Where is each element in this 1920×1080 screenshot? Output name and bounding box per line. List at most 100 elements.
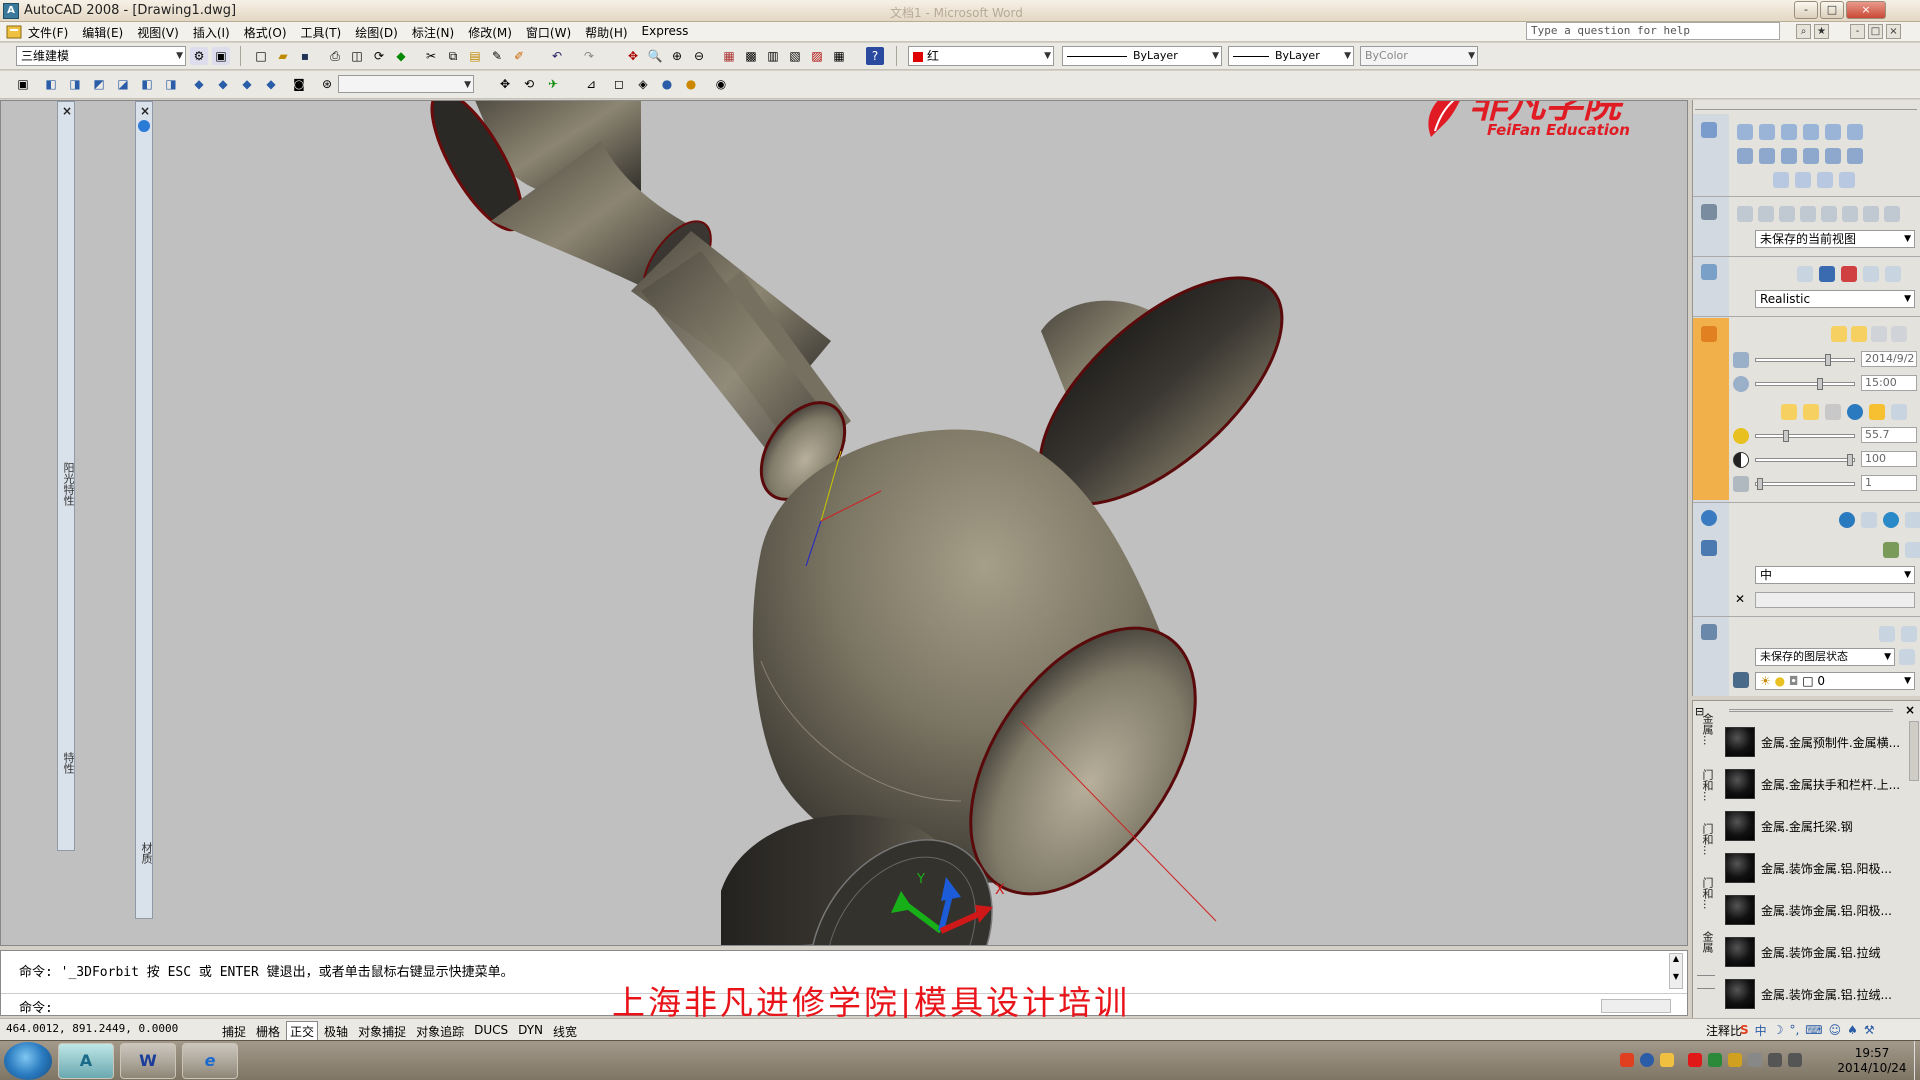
ime-tool-icon[interactable]: ⚒ — [1864, 1023, 1875, 1037]
close-icon[interactable]: × — [62, 104, 72, 118]
camera-icon[interactable] — [1863, 206, 1879, 222]
visual-style-combo[interactable]: Realistic ▼ — [1755, 290, 1915, 308]
toggle-grid[interactable]: 栅格 — [252, 1021, 284, 1042]
realistic-icon[interactable]: ● — [682, 75, 700, 93]
zoom-icon[interactable] — [1758, 206, 1774, 222]
hidden-style-icon[interactable] — [1819, 266, 1835, 282]
help-icon[interactable]: ? — [866, 47, 884, 65]
menu-dimension[interactable]: 标注(N) — [412, 24, 454, 41]
drawing-viewport[interactable]: Y X × 阳光特性 特性 × 材质 非凡学院 FeiFan Education — [0, 100, 1688, 946]
brightness-slider[interactable] — [1755, 434, 1855, 438]
default-lighting-icon[interactable] — [1831, 326, 1847, 342]
light-list-icon[interactable] — [1871, 326, 1887, 342]
right-view-icon[interactable]: ◪ — [114, 75, 132, 93]
ime-shirt-icon[interactable]: ♠ — [1847, 1023, 1858, 1037]
workspace-save-icon[interactable]: ▣ — [212, 47, 230, 65]
sweep-icon[interactable] — [1781, 148, 1797, 164]
time-slider-knob[interactable] — [1817, 378, 1823, 390]
spot-light-icon[interactable] — [1803, 404, 1819, 420]
material-map-icon[interactable] — [1883, 512, 1899, 528]
material-item[interactable]: 金属.金属扶手和栏杆.上... — [1725, 765, 1915, 803]
render-settings-panel-icon[interactable] — [1701, 540, 1717, 556]
open-icon[interactable]: ▰ — [274, 47, 292, 65]
material-item[interactable]: 金属.金属预制件.金属横... — [1725, 723, 1915, 761]
command-prompt[interactable]: 命令: — [19, 997, 53, 1016]
system-clock[interactable]: 19:57 2014/10/24 — [1830, 1046, 1914, 1076]
sphere-icon[interactable] — [1803, 124, 1819, 140]
sogou-tray-icon[interactable] — [1620, 1053, 1634, 1067]
ime-moon-icon[interactable]: ☽ — [1773, 1023, 1784, 1037]
cut-icon[interactable]: ✂ — [422, 47, 440, 65]
menu-insert[interactable]: 插入(I) — [193, 24, 230, 41]
zoom-realtime-icon[interactable]: 🔍 — [646, 47, 664, 65]
material-item[interactable]: 金属.装饰金属.铝.阳极... — [1725, 891, 1915, 929]
cylinder-icon[interactable] — [1825, 124, 1841, 140]
material-item[interactable]: 金属.装饰金属.铝.阳极... — [1725, 849, 1915, 887]
bottom-view-icon[interactable]: ◨ — [66, 75, 84, 93]
layer-combo[interactable]: ☀ ● ◘ □ 0 ▼ — [1755, 672, 1915, 690]
color-combo[interactable]: 红 ▼ — [908, 46, 1054, 66]
palette-scrollbar[interactable] — [1909, 721, 1919, 781]
3d-pan-icon[interactable]: ✥ — [496, 75, 514, 93]
date-slider[interactable] — [1755, 358, 1855, 362]
markup-icon[interactable]: ▨ — [808, 47, 826, 65]
camera-icon[interactable]: ◙ — [290, 75, 308, 93]
help-tray-icon[interactable] — [1640, 1053, 1654, 1067]
back-view-icon[interactable]: ◨ — [162, 75, 180, 93]
named-views-icon[interactable]: ▣ — [14, 75, 32, 93]
plot-icon[interactable]: ⎙ — [326, 47, 344, 65]
ime-chinese-icon[interactable]: 中 — [1755, 1022, 1767, 1039]
walk-icon[interactable] — [1821, 206, 1837, 222]
se-iso-view-icon[interactable]: ◆ — [214, 75, 232, 93]
command-scrollbar[interactable]: ▲ ▼ — [1669, 953, 1683, 989]
close-icon[interactable]: ✕ — [1735, 592, 1745, 606]
render-environment-icon[interactable] — [1847, 404, 1863, 420]
3d-wireframe-icon[interactable]: ◻ — [610, 75, 628, 93]
render-window-icon[interactable] — [1905, 512, 1920, 528]
lineweight-combo[interactable]: ByLayer ▼ — [1228, 46, 1354, 66]
subtract-icon[interactable] — [1795, 172, 1811, 188]
presspull-icon[interactable] — [1825, 148, 1841, 164]
material-item[interactable]: 金属.装饰金属.铝.拉绒 — [1725, 933, 1915, 971]
close-icon[interactable]: × — [140, 104, 150, 118]
match-properties-icon[interactable]: ✎ — [488, 47, 506, 65]
visual-style-manager-icon[interactable]: ◉ — [712, 75, 730, 93]
midtones-slider[interactable] — [1755, 482, 1855, 486]
contrast-slider-knob[interactable] — [1847, 454, 1853, 466]
toggle-ortho[interactable]: 正交 — [286, 1021, 319, 1042]
volume-icon[interactable] — [1788, 1053, 1802, 1067]
ime-keyboard-icon[interactable]: ⌨ — [1805, 1023, 1822, 1037]
brightness-slider-knob[interactable] — [1783, 430, 1789, 442]
wireframe-style-icon[interactable] — [1797, 266, 1813, 282]
left-view-icon[interactable]: ◩ — [90, 75, 108, 93]
palette-properties-icon[interactable] — [1697, 975, 1715, 989]
front-view-icon[interactable]: ◧ — [138, 75, 156, 93]
free-orbit-icon[interactable] — [1800, 206, 1816, 222]
toggle-otrack[interactable]: 对象追踪 — [412, 1021, 468, 1042]
toggle-dyn[interactable]: DYN — [514, 1021, 547, 1042]
taskbar-word[interactable]: W — [120, 1043, 176, 1079]
midtones-slider-knob[interactable] — [1757, 478, 1763, 490]
slice-icon[interactable] — [1847, 148, 1863, 164]
menu-help[interactable]: 帮助(H) — [585, 24, 627, 41]
model-canvas[interactable]: Y X — [1, 101, 1688, 946]
annotation-scale-label[interactable]: 注释比 — [1706, 1022, 1742, 1039]
shield-icon[interactable] — [1708, 1053, 1722, 1067]
nw-iso-view-icon[interactable]: ◆ — [262, 75, 280, 93]
render-panel-icon[interactable] — [1701, 510, 1717, 526]
style-manager-icon[interactable] — [1885, 266, 1901, 282]
menu-file[interactable]: 文件(F) — [28, 24, 68, 41]
date-field[interactable]: 2014/9/2 — [1861, 351, 1917, 367]
3d-make-panel-icon[interactable] — [1701, 122, 1717, 138]
doc-close-button[interactable]: × — [1886, 24, 1901, 39]
power-icon[interactable] — [1748, 1053, 1762, 1067]
menu-express[interactable]: Express — [642, 24, 689, 41]
render-quality-combo[interactable]: 中 ▼ — [1755, 566, 1915, 584]
3d-orbit-icon[interactable]: ⟲ — [520, 75, 538, 93]
paste-icon[interactable]: ▤ — [466, 47, 484, 65]
zoom-window-icon[interactable]: ⊕ — [668, 47, 686, 65]
block-editor-icon[interactable]: ✐ — [510, 47, 528, 65]
workspace-settings-icon[interactable]: ⚙ — [190, 47, 208, 65]
design-center-icon[interactable]: ▩ — [742, 47, 760, 65]
top-view-icon[interactable]: ◧ — [42, 75, 60, 93]
